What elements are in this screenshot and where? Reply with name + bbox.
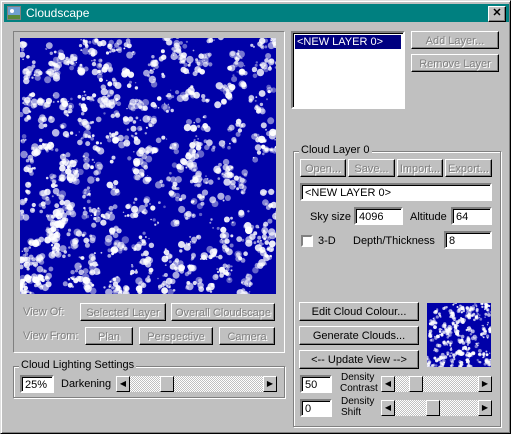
slider-thumb[interactable]: [426, 400, 440, 416]
view-of-label: View Of:: [23, 306, 65, 318]
open-button[interactable]: Open...: [300, 159, 346, 177]
cloud-preview-svg: [20, 38, 276, 294]
perspective-button[interactable]: Perspective: [139, 327, 213, 345]
save-button[interactable]: Save...: [348, 159, 395, 177]
app-icon: [7, 6, 21, 20]
sky-size-label: Sky size: [310, 211, 351, 223]
density-contrast-label-top: Density: [341, 372, 375, 383]
sky-size-input[interactable]: 4096: [354, 207, 403, 225]
camera-button[interactable]: Camera: [219, 327, 275, 345]
scroll-right-icon[interactable]: ▶: [263, 376, 277, 392]
overall-cloudscape-button[interactable]: Overall Cloudscape: [171, 303, 275, 321]
density-shift-label-bottom: Shift: [341, 407, 362, 418]
darkening-slider[interactable]: ◀ ▶: [116, 376, 277, 392]
density-contrast-label-bottom: Contrast: [340, 383, 378, 394]
scroll-right-icon[interactable]: ▶: [478, 400, 492, 416]
slider-thumb[interactable]: [160, 376, 174, 392]
plan-button[interactable]: Plan: [85, 327, 133, 345]
density-shift-input[interactable]: 0: [300, 399, 332, 417]
altitude-input[interactable]: 64: [451, 207, 492, 225]
cloudscape-window: Cloudscape ✕ View Of: Selected Layer Ove…: [0, 0, 511, 434]
window-title: Cloudscape: [26, 6, 90, 20]
layer-list[interactable]: <NEW LAYER 0>: [291, 31, 405, 109]
generate-clouds-button[interactable]: Generate Clouds...: [299, 326, 419, 345]
close-icon: ✕: [492, 7, 502, 19]
darkening-input[interactable]: 25%: [20, 375, 54, 393]
update-view-button[interactable]: <-- Update View -->: [299, 350, 419, 369]
altitude-label: Altitude: [410, 211, 447, 223]
scroll-left-icon[interactable]: ◀: [381, 400, 395, 416]
export-button[interactable]: Export...: [445, 159, 492, 177]
import-button[interactable]: Import...: [397, 159, 443, 177]
density-contrast-slider[interactable]: ◀ ▶: [381, 376, 492, 392]
cloud-preview-image: [20, 38, 276, 294]
layer-name-input[interactable]: <NEW LAYER 0>: [300, 183, 492, 201]
selected-layer-button[interactable]: Selected Layer: [80, 303, 166, 321]
cloud-thumbnail: [427, 303, 491, 367]
depth-input[interactable]: 8: [444, 231, 492, 249]
scroll-right-icon[interactable]: ▶: [478, 376, 492, 392]
edit-cloud-colour-button[interactable]: Edit Cloud Colour...: [299, 302, 419, 321]
scroll-left-icon[interactable]: ◀: [116, 376, 130, 392]
view-from-label: View From:: [23, 330, 79, 342]
density-contrast-input[interactable]: 50: [300, 375, 332, 393]
density-shift-slider[interactable]: ◀ ▶: [381, 400, 492, 416]
cloud-layer-group-label: Cloud Layer 0: [299, 144, 372, 156]
add-layer-button[interactable]: Add Layer...: [411, 31, 499, 49]
slider-thumb[interactable]: [409, 376, 423, 392]
three-d-label: 3-D: [318, 235, 336, 247]
close-button[interactable]: ✕: [488, 6, 506, 22]
layer-list-item[interactable]: <NEW LAYER 0>: [295, 35, 401, 49]
depth-label: Depth/Thickness: [353, 235, 435, 247]
lighting-group-label: Cloud Lighting Settings: [19, 359, 137, 371]
darkening-label: Darkening: [61, 378, 112, 390]
three-d-checkbox[interactable]: [301, 235, 313, 247]
cloud-thumbnail-svg: [427, 303, 491, 367]
remove-layer-button[interactable]: Remove Layer: [411, 54, 499, 72]
title-bar[interactable]: Cloudscape ✕: [4, 4, 509, 22]
scroll-left-icon[interactable]: ◀: [381, 376, 395, 392]
density-shift-label-top: Density: [341, 396, 375, 407]
